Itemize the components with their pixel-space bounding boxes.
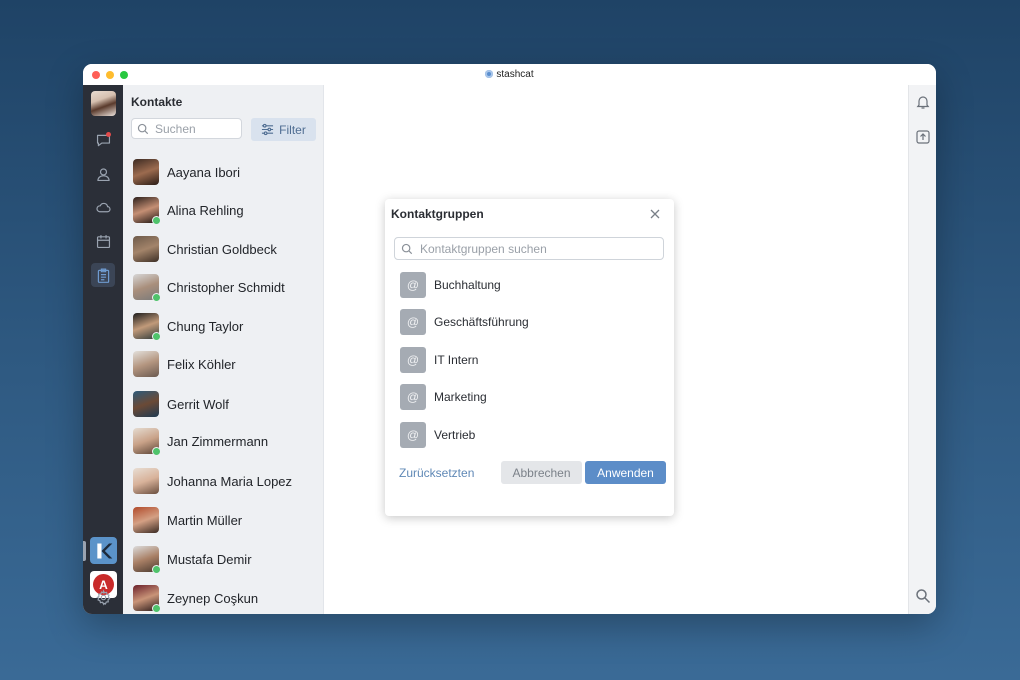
search-icon [137,123,149,134]
upload-icon[interactable] [915,129,931,145]
contact-name: Christopher Schmidt [167,279,285,295]
dialog-title: Kontaktgruppen [391,207,484,221]
window-title-text: stashcat [496,69,534,80]
contact-avatar [133,236,159,262]
title-bar: stashcat [83,64,936,86]
online-status-dot [152,447,161,456]
contact-avatar [133,507,159,533]
contact-avatar [133,428,161,456]
sliders-icon [262,123,274,136]
contact-row[interactable]: Christian Goldbeck [133,235,318,263]
notification-dot [106,132,111,137]
group-label: Buchhaltung [434,277,501,292]
window-title: stashcat [83,69,936,80]
navigation-rail: A [83,85,123,614]
online-status-dot [152,216,161,225]
online-status-dot [152,293,161,302]
group-item[interactable]: @ Buchhaltung [400,271,660,298]
chat-bubble-icon[interactable] [91,128,115,152]
group-label: Marketing [434,389,487,404]
active-workspace-marker [83,541,86,561]
at-sign-icon: @ [400,308,426,335]
contacts-panel: Kontakte Filter Aayana Ibori Alina Rehlin… [123,85,324,614]
contact-name: Christian Goldbeck [167,241,277,257]
contact-row[interactable]: Martin Müller [133,506,318,534]
cancel-button[interactable]: Abbrechen [501,461,582,484]
contacts-title: Kontakte [131,95,183,109]
at-sign-icon: @ [400,271,426,298]
at-sign-icon: @ [400,421,426,448]
contact-row[interactable]: Gerrit Wolf [133,390,318,418]
contact-row[interactable]: Johanna Maria Lopez [133,467,318,495]
filter-button[interactable]: Filter [251,118,316,141]
search-icon[interactable] [915,588,931,604]
apply-button[interactable]: Anwenden [585,461,666,484]
user-avatar[interactable] [91,91,116,116]
cloud-icon[interactable] [91,195,115,219]
contact-name: Chung Taylor [167,318,244,334]
group-item[interactable]: @ Geschäftsführung [400,308,660,335]
contact-avatar [133,274,161,302]
contact-avatar [133,159,159,185]
contact-avatar [133,351,159,377]
contact-row[interactable]: Chung Taylor [133,312,318,341]
right-rail [908,85,936,614]
group-search-box[interactable] [394,237,664,260]
contact-name: Jan Zimmermann [167,433,269,449]
contact-row[interactable]: Alina Rehling [133,196,318,225]
contact-name: Gerrit Wolf [167,396,229,412]
contact-name: Zeynep Coşkun [167,590,259,606]
contact-avatar [133,585,161,613]
contact-avatar [133,313,161,341]
contact-name: Alina Rehling [167,202,244,218]
calendar-icon[interactable] [91,229,115,253]
contact-row[interactable]: Aayana Ibori [133,158,318,186]
clipboard-icon[interactable] [91,263,115,287]
contact-name: Martin Müller [167,512,243,528]
at-sign-icon: @ [400,346,426,373]
contact-avatar [133,391,159,417]
contacts-search-input[interactable] [153,120,237,137]
k-workspace-logo[interactable] [90,537,117,564]
online-status-dot [152,332,161,341]
group-label: Vertrieb [434,427,476,442]
contact-groups-dialog: Kontaktgruppen @ Buchhaltung @ Geschäftsfüh… [385,199,674,516]
gear-icon[interactable] [91,585,115,609]
bell-icon[interactable] [915,94,931,110]
contact-name: Aayana Ibori [167,164,240,180]
contacts-search-box[interactable] [131,118,242,139]
at-sign-icon: @ [400,383,426,410]
group-item[interactable]: @ IT Intern [400,346,660,373]
contact-row[interactable]: Christopher Schmidt [133,273,318,302]
contact-name: Felix Köhler [167,356,236,372]
stashcat-logo-icon [485,70,494,78]
search-icon [401,243,413,254]
filter-button-label: Filter [279,122,306,137]
contact-name: Mustafa Demir [167,551,252,567]
group-label: Geschäftsführung [434,314,529,329]
contact-name: Johanna Maria Lopez [167,473,293,489]
reset-link[interactable]: Zurücksetzten [399,466,474,480]
group-item[interactable]: @ Vertrieb [400,421,660,448]
contact-row[interactable]: Jan Zimmermann [133,427,318,456]
contact-row[interactable]: Zeynep Coşkun [133,584,318,613]
close-icon[interactable] [649,208,661,220]
contact-avatar [133,468,159,494]
group-item[interactable]: @ Marketing [400,383,660,410]
contact-avatar [133,546,161,574]
contact-row[interactable]: Felix Köhler [133,350,318,378]
group-label: IT Intern [434,352,479,367]
person-icon[interactable] [91,162,115,186]
contact-row[interactable]: Mustafa Demir [133,545,318,574]
online-status-dot [152,604,161,613]
group-search-input[interactable] [418,240,652,257]
online-status-dot [152,565,161,574]
contact-avatar [133,197,161,225]
